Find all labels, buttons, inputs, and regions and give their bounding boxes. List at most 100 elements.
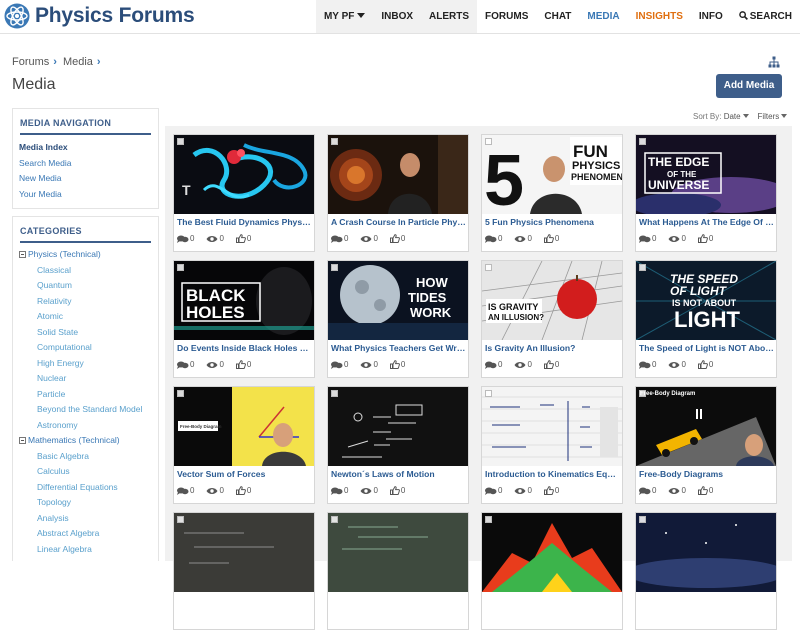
media-title[interactable]: The Best Fluid Dynamics Physic... (177, 217, 313, 227)
media-thumbnail[interactable]: BLACK HOLES (174, 261, 314, 340)
site-logo[interactable]: Physics Forums (3, 1, 195, 31)
media-title[interactable]: Newton´s Laws of Motion (331, 469, 467, 479)
media-card[interactable] (327, 512, 469, 630)
media-title[interactable]: Introduction to Kinematics Equa... (485, 469, 621, 479)
media-card[interactable]: 5 FUN PHYSICS PHENOMENA 5 Fun Physics Ph… (481, 134, 623, 252)
category-item[interactable]: Solid State (19, 325, 158, 341)
media-card[interactable]: Newton´s Laws of Motion 0 0 0 (327, 386, 469, 504)
media-nav-yours[interactable]: Your Media (19, 189, 158, 205)
media-thumbnail[interactable] (174, 513, 314, 592)
select-checkbox[interactable] (177, 390, 184, 397)
select-checkbox[interactable] (331, 390, 338, 397)
media-card[interactable] (481, 512, 623, 630)
select-checkbox[interactable] (485, 516, 492, 523)
nav-forums[interactable]: FORUMS (477, 0, 536, 33)
select-checkbox[interactable] (177, 138, 184, 145)
media-thumbnail[interactable] (328, 135, 468, 214)
media-thumbnail[interactable]: THE SPEED OF LIGHT IS NOT ABOUT LIGHT (636, 261, 776, 340)
breadcrumb-forums[interactable]: Forums (12, 56, 49, 68)
nav-media[interactable]: MEDIA (579, 0, 627, 33)
select-checkbox[interactable] (485, 390, 492, 397)
category-item[interactable]: Beyond the Standard Model (19, 402, 158, 418)
media-thumbnail[interactable] (482, 387, 622, 466)
media-thumbnail[interactable]: THE EDGE OF THE UNIVERSE (636, 135, 776, 214)
media-thumbnail[interactable] (328, 513, 468, 592)
media-card[interactable]: A Crash Course In Particle Physics 0 0 0 (327, 134, 469, 252)
media-title[interactable]: Is Gravity An Illusion? (485, 343, 621, 353)
nav-info[interactable]: INFO (691, 0, 731, 33)
media-thumbnail[interactable]: Free-Body Diagram (174, 387, 314, 466)
media-thumbnail[interactable]: 5 FUN PHYSICS PHENOMENA (482, 135, 622, 214)
category-item[interactable]: Analysis (19, 511, 158, 527)
media-card[interactable]: T The Best Fluid Dynamics Physic... 0 0 … (173, 134, 315, 252)
media-title[interactable]: What Physics Teachers Get Wro... (331, 343, 467, 353)
select-checkbox[interactable] (639, 390, 646, 397)
select-checkbox[interactable] (639, 264, 646, 271)
category-group[interactable]: Mathematics (Technical) (19, 433, 158, 449)
media-title[interactable]: 5 Fun Physics Phenomena (485, 217, 621, 227)
media-title[interactable]: Vector Sum of Forces (177, 469, 313, 479)
media-title[interactable]: Do Events Inside Black Holes Ha... (177, 343, 313, 353)
category-item[interactable]: Basic Algebra (19, 449, 158, 465)
media-thumbnail[interactable] (482, 513, 622, 592)
sort-dropdown[interactable]: Date (724, 112, 741, 121)
category-group[interactable]: Physics (Technical) (19, 247, 158, 263)
media-card[interactable]: Free-Body Diagram Vector Sum of Forces 0… (173, 386, 315, 504)
category-item[interactable]: Relativity (19, 294, 158, 310)
media-nav-search[interactable]: Search Media (19, 158, 158, 174)
category-item[interactable]: Classical (19, 263, 158, 279)
category-item[interactable]: Differential Equations (19, 480, 158, 496)
select-checkbox[interactable] (485, 264, 492, 271)
select-checkbox[interactable] (639, 516, 646, 523)
select-checkbox[interactable] (177, 264, 184, 271)
media-title[interactable]: Free-Body Diagrams (639, 469, 775, 479)
media-card[interactable]: HOW TIDES WORK What Physics Teachers Get… (327, 260, 469, 378)
media-card[interactable]: IS GRAVITY AN ILLUSION? Is Gravity An Il… (481, 260, 623, 378)
collapse-toggle-icon[interactable] (19, 251, 26, 258)
media-nav-new[interactable]: New Media (19, 173, 158, 189)
add-media-button[interactable]: Add Media (716, 74, 782, 98)
category-item[interactable]: Quantum (19, 278, 158, 294)
nav-insights[interactable]: INSIGHTS (628, 0, 691, 33)
media-thumbnail[interactable]: T (174, 135, 314, 214)
filters-dropdown[interactable]: Filters (757, 112, 779, 121)
category-item[interactable]: High Energy (19, 356, 158, 372)
category-item[interactable]: Calculus (19, 464, 158, 480)
sitemap-icon[interactable] (768, 56, 780, 68)
category-item[interactable]: Nuclear (19, 371, 158, 387)
select-checkbox[interactable] (331, 138, 338, 145)
breadcrumb-media[interactable]: Media (63, 56, 93, 68)
nav-inbox[interactable]: INBOX (373, 0, 422, 33)
media-thumbnail[interactable]: IS GRAVITY AN ILLUSION? (482, 261, 622, 340)
media-title[interactable]: The Speed of Light is NOT Abou... (639, 343, 775, 353)
media-card[interactable]: Free-Body Diagram Free-Body Diagrams 0 0… (635, 386, 777, 504)
media-card[interactable]: BLACK HOLES Do Events Inside Black Holes… (173, 260, 315, 378)
category-item[interactable]: Particle (19, 387, 158, 403)
media-card[interactable]: THE EDGE OF THE UNIVERSE What Happens At… (635, 134, 777, 252)
media-thumbnail[interactable] (328, 387, 468, 466)
media-thumbnail[interactable]: Free-Body Diagram (636, 387, 776, 466)
media-nav-index[interactable]: Media Index (19, 142, 158, 158)
nav-my-pf[interactable]: MY PF (315, 0, 374, 33)
media-title[interactable]: A Crash Course In Particle Physics (331, 217, 467, 227)
nav-chat[interactable]: CHAT (536, 0, 579, 33)
category-item[interactable]: Topology (19, 495, 158, 511)
select-checkbox[interactable] (639, 138, 646, 145)
category-item[interactable]: Abstract Algebra (19, 526, 158, 542)
select-checkbox[interactable] (177, 516, 184, 523)
media-card[interactable] (173, 512, 315, 630)
select-checkbox[interactable] (331, 516, 338, 523)
collapse-toggle-icon[interactable] (19, 437, 26, 444)
media-card[interactable]: Introduction to Kinematics Equa... 0 0 0 (481, 386, 623, 504)
media-title[interactable]: What Happens At The Edge Of T... (639, 217, 775, 227)
media-card[interactable]: THE SPEED OF LIGHT IS NOT ABOUT LIGHT Th… (635, 260, 777, 378)
select-checkbox[interactable] (485, 138, 492, 145)
category-item[interactable]: Astronomy (19, 418, 158, 434)
select-checkbox[interactable] (331, 264, 338, 271)
category-item[interactable]: Atomic (19, 309, 158, 325)
media-thumbnail[interactable]: HOW TIDES WORK (328, 261, 468, 340)
category-item[interactable]: Computational (19, 340, 158, 356)
media-card[interactable] (635, 512, 777, 630)
media-thumbnail[interactable] (636, 513, 776, 592)
nav-alerts[interactable]: ALERTS (421, 0, 478, 33)
